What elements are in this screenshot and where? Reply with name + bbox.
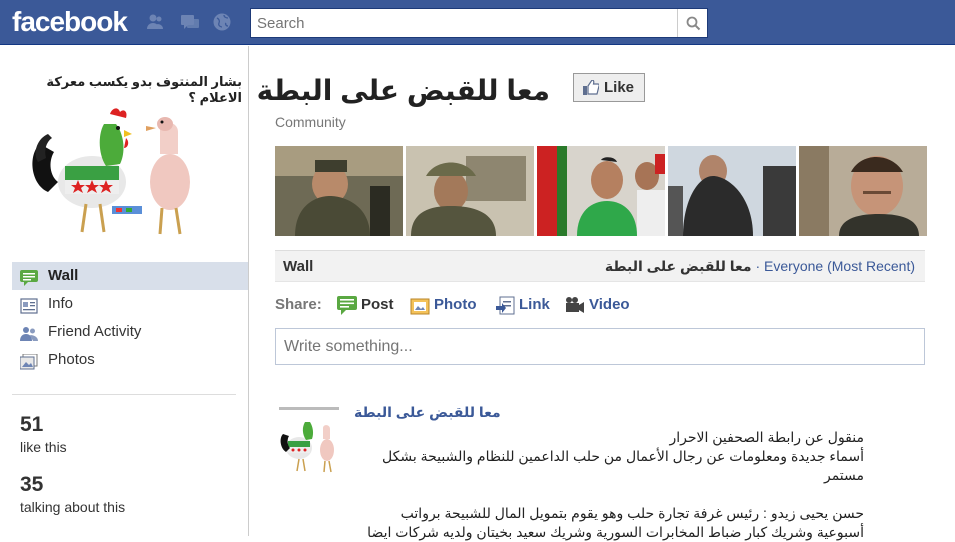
nav-item-wall[interactable]: Wall <box>12 262 248 290</box>
wall-filter[interactable]: معا للقبض على البطة · Everyone (Most Rec… <box>605 258 915 275</box>
nav-item-friend-activity[interactable]: Friend Activity <box>12 318 248 346</box>
profile-caption: بشار المنتوف بدو يكسب معركة الاعلام ؟ <box>46 74 242 105</box>
nav-item-label: Info <box>48 295 74 312</box>
composer[interactable] <box>275 328 925 365</box>
share-bar: Share: Post Photo Link Video <box>275 296 925 318</box>
post-line: منقول عن رابطة الصحفين الاحرار <box>669 429 864 445</box>
messages-icon[interactable] <box>180 12 200 32</box>
wall-icon <box>20 268 38 286</box>
wall-filter-separator: · <box>755 258 761 274</box>
photo-strip <box>275 146 927 236</box>
likes-count: 51 <box>20 413 44 436</box>
nav-item-photos[interactable]: Photos <box>12 346 248 374</box>
share-label: Share: <box>275 296 322 313</box>
page-category[interactable]: Community <box>275 114 346 130</box>
post-line <box>354 485 864 504</box>
share-photo-button[interactable]: Photo <box>410 296 477 316</box>
share-video-label: Video <box>589 296 630 313</box>
post-author-avatar[interactable] <box>275 406 343 474</box>
post-line: أسبوعية وشريك كبار ضباط المخابرات السوري… <box>367 524 864 540</box>
nav-item-info[interactable]: Info <box>12 290 248 318</box>
talking-count: 35 <box>20 473 44 496</box>
photo-thumbnail[interactable] <box>275 146 403 236</box>
share-photo-label: Photo <box>434 296 477 313</box>
like-button[interactable]: Like <box>573 73 645 102</box>
profile-picture[interactable] <box>20 104 210 242</box>
wall-title: Wall <box>283 258 314 275</box>
thumbs-up-icon <box>583 80 599 95</box>
top-bar: facebook <box>0 0 955 45</box>
post-author[interactable]: معا للقبض على البطة <box>354 404 501 421</box>
post-line: مستمر <box>823 467 864 483</box>
friend-requests-icon[interactable] <box>145 12 165 32</box>
left-sidebar: بشار المنتوف بدو يكسب معركة الاعلام ؟ Wa… <box>0 46 249 536</box>
post-line: حسن يحيى زيدو : رئيس غرفة تجارة حلب وهو … <box>400 505 864 521</box>
facebook-logo[interactable]: facebook <box>12 6 128 38</box>
notifications-icon[interactable] <box>212 12 232 32</box>
info-icon <box>20 296 38 314</box>
post-line: أسماء جديدة ومعلومات عن رجال الأعمال من … <box>382 448 864 464</box>
wall-header: Wall معا للقبض على البطة · Everyone (Mos… <box>275 250 925 282</box>
page-stats: 51 like this 35 talking about this <box>12 394 236 515</box>
nav-item-label: Friend Activity <box>48 323 142 340</box>
nav-item-label: Photos <box>48 351 95 368</box>
share-post-button[interactable]: Post <box>337 296 394 316</box>
photo-thumbnail[interactable] <box>668 146 796 236</box>
search-input[interactable] <box>251 9 671 37</box>
search-button[interactable] <box>677 9 707 37</box>
talking-label[interactable]: talking about this <box>12 499 236 515</box>
friends-icon <box>20 324 38 341</box>
status-input[interactable] <box>276 329 916 364</box>
wall-filter-everyone[interactable]: Everyone (Most Recent) <box>764 258 915 274</box>
like-label: Like <box>604 79 635 96</box>
share-post-label: Post <box>361 296 394 313</box>
share-video-button[interactable]: Video <box>565 296 630 313</box>
photo-thumbnail[interactable] <box>406 146 534 236</box>
photos-icon <box>19 352 38 370</box>
video-icon <box>565 296 585 316</box>
share-link-button[interactable]: Link <box>495 296 550 316</box>
wall-filter-page[interactable]: معا للقبض على البطة <box>605 258 752 274</box>
photo-thumbnail[interactable] <box>799 146 927 236</box>
post-icon <box>337 296 357 316</box>
page-nav: Wall Info Friend Activity Photos <box>12 262 248 374</box>
share-link-label: Link <box>519 296 550 313</box>
search-box[interactable] <box>250 8 708 38</box>
photo-thumbnail[interactable] <box>537 146 665 236</box>
nav-item-label: Wall <box>48 267 79 284</box>
search-icon <box>686 16 701 31</box>
photo-icon <box>410 296 430 316</box>
link-icon <box>495 296 515 316</box>
likes-label[interactable]: like this <box>12 439 236 455</box>
page-title: معا للقبض على البطة <box>256 75 550 106</box>
post-body: منقول عن رابطة الصحفين الاحرار أسماء جدي… <box>354 428 864 542</box>
